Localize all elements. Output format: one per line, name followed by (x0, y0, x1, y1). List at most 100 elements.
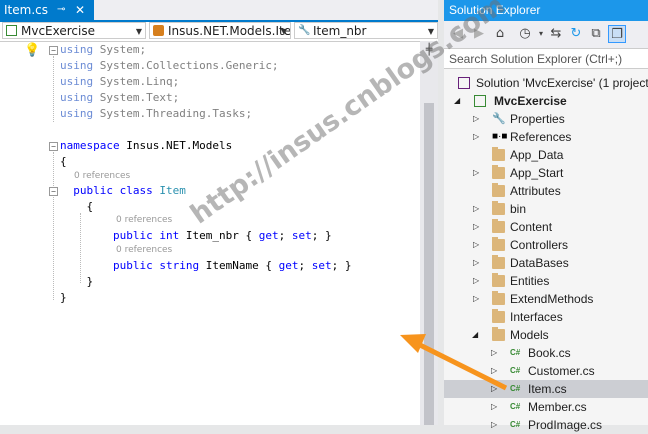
codelens-references[interactable]: 0 references (116, 215, 172, 225)
tree-item-label: Entities (510, 274, 550, 288)
indent-guide (80, 213, 81, 283)
collapsed-arrow-icon[interactable]: ▷ (473, 290, 479, 308)
tree-item-entities[interactable]: ▷ Entities (444, 272, 648, 290)
tree-item-book-cs[interactable]: ▷ C# Book.cs (444, 344, 648, 362)
tab-item-cs[interactable]: Item.cs ⊸ ✕ (0, 0, 94, 20)
collapsed-arrow-icon[interactable]: ▷ (473, 200, 479, 218)
collapsed-arrow-icon[interactable]: ▷ (473, 254, 479, 272)
sync-icon[interactable]: ⇆ (547, 25, 565, 43)
tree-item-label: App_Start (510, 166, 564, 180)
collapse-all-icon[interactable]: ⧉ (587, 25, 605, 43)
references-icon: ■·■ (492, 131, 508, 142)
code-line: using System.Linq; (60, 75, 180, 88)
collapsed-arrow-icon[interactable]: ▷ (473, 218, 479, 236)
collapsed-arrow-icon[interactable]: ▷ (473, 236, 479, 254)
tree-item-content[interactable]: ▷ Content (444, 218, 648, 236)
tree-item-databases[interactable]: ▷ DataBases (444, 254, 648, 272)
csharp-file-icon: C# (510, 366, 521, 375)
tree-item-app-data[interactable]: App_Data (444, 146, 648, 164)
code-line: } (60, 291, 67, 304)
csharp-file-icon: C# (510, 420, 521, 429)
tree-item-member-cs[interactable]: ▷ C# Member.cs (444, 398, 648, 416)
tree-item-item-cs[interactable]: ▷ C# Item.cs (444, 380, 648, 398)
chevron-down-icon: ▼ (135, 27, 142, 36)
code-line: using System.Threading.Tasks; (60, 107, 253, 120)
tree-item-prodimage-cs[interactable]: ▷ C# ProdImage.cs (444, 416, 648, 434)
collapsed-arrow-icon[interactable]: ▷ (473, 272, 479, 290)
folder-icon (492, 273, 505, 287)
tree-item-controllers[interactable]: ▷ Controllers (444, 236, 648, 254)
tree-item-customer-cs[interactable]: ▷ C# Customer.cs (444, 362, 648, 380)
expanded-arrow-icon[interactable]: ◢ (472, 326, 478, 344)
tree-item-models[interactable]: ◢ Models (444, 326, 648, 344)
tree-item-extendmethods[interactable]: ▷ ExtendMethods (444, 290, 648, 308)
member-dropdown[interactable]: 🔧 Item_nbr ▼ (294, 22, 438, 39)
tree-item-label: ProdImage.cs (528, 418, 603, 432)
code-line: { (86, 200, 94, 213)
expanded-arrow-icon[interactable]: ◢ (454, 92, 460, 110)
tree-item-references[interactable]: ▷ ■·■ References (444, 128, 648, 146)
tree-item-bin[interactable]: ▷ bin (444, 200, 648, 218)
navigation-bar: MvcExercise ▼ Insus.NET.Models.Ite ▼ 🔧 I… (0, 22, 438, 42)
folder-icon (492, 147, 505, 161)
vertical-scrollbar[interactable]: ╪ (420, 41, 438, 425)
tree-item-solution[interactable]: Solution 'MvcExercise' (1 project) (444, 74, 648, 92)
collapsed-arrow-icon[interactable]: ▷ (491, 362, 497, 380)
tree-item-label: Attributes (510, 184, 561, 198)
close-icon[interactable]: ✕ (75, 0, 85, 20)
tree-item-project[interactable]: ◢ MvcExercise (444, 92, 648, 110)
folder-open-icon (492, 327, 505, 341)
collapse-toggle[interactable]: − (49, 142, 58, 151)
home-icon[interactable]: ⌂ (491, 25, 509, 43)
collapsed-arrow-icon[interactable]: ▷ (491, 398, 497, 416)
folder-icon (492, 309, 505, 323)
lightbulb-icon[interactable]: 💡 (24, 43, 40, 58)
project-dropdown-value: MvcExercise (21, 24, 95, 38)
tree-item-attributes[interactable]: Attributes (444, 182, 648, 200)
collapse-toggle[interactable]: − (49, 187, 58, 196)
csharp-project-icon (474, 95, 486, 107)
folder-icon (492, 237, 505, 251)
pin-icon[interactable]: ⊸ (57, 0, 65, 20)
solution-explorer: Solution Explorer ◀ ▶ ⌂ ◷ ▾ ⇆ ↻ ⧉ ❐ Sear… (444, 0, 648, 432)
scrollbar-thumb[interactable] (424, 103, 434, 425)
tree-item-label: MvcExercise (494, 94, 567, 108)
tree-item-label: Solution 'MvcExercise' (1 project) (476, 76, 648, 90)
project-dropdown[interactable]: MvcExercise ▼ (2, 22, 146, 39)
collapsed-arrow-icon[interactable]: ▷ (491, 380, 497, 398)
outline-guide (53, 152, 54, 300)
code-line: public int Item_nbr { get; set; } (112, 229, 332, 242)
csharp-project-icon (6, 25, 17, 36)
collapsed-arrow-icon[interactable]: ▷ (473, 110, 479, 128)
solution-icon (458, 77, 470, 89)
csharp-file-icon: C# (510, 384, 521, 393)
codelens-references[interactable]: 0 references (116, 245, 172, 255)
code-line: public class Item (73, 184, 186, 197)
codelens-references[interactable]: 0 references (74, 171, 130, 181)
collapsed-arrow-icon[interactable]: ▷ (491, 344, 497, 362)
csharp-file-icon: C# (510, 402, 521, 411)
tree-item-app-start[interactable]: ▷ App_Start (444, 164, 648, 182)
refresh-icon[interactable]: ↻ (567, 25, 585, 43)
collapsed-arrow-icon[interactable]: ▷ (491, 416, 497, 434)
solution-explorer-search-input[interactable]: Search Solution Explorer (Ctrl+;) (444, 49, 648, 69)
tree-item-label: Models (510, 328, 549, 342)
wrench-icon: 🔧 (298, 25, 311, 36)
collapsed-arrow-icon[interactable]: ▷ (473, 128, 479, 146)
code-line: } (86, 275, 94, 288)
tree-item-properties[interactable]: ▷ 🔧 Properties (444, 110, 648, 128)
editor-tab-strip: Item.cs ⊸ ✕ (0, 0, 438, 22)
tree-item-interfaces[interactable]: Interfaces (444, 308, 648, 326)
wrench-icon: 🔧 (492, 113, 506, 125)
collapsed-arrow-icon[interactable]: ▷ (473, 164, 479, 182)
collapse-toggle[interactable]: − (49, 46, 58, 55)
class-dropdown[interactable]: Insus.NET.Models.Ite ▼ (149, 22, 291, 39)
folder-icon (492, 255, 505, 269)
code-line: using System.Collections.Generic; (60, 59, 279, 72)
class-icon (153, 25, 164, 36)
show-all-files-icon[interactable]: ❐ (608, 25, 626, 43)
code-line: namespace Insus.NET.Models (60, 139, 233, 152)
solution-tree: Solution 'MvcExercise' (1 project) ◢ Mvc… (444, 72, 648, 432)
code-line: public string ItemName { get; set; } (112, 259, 352, 272)
folder-icon (492, 183, 505, 197)
